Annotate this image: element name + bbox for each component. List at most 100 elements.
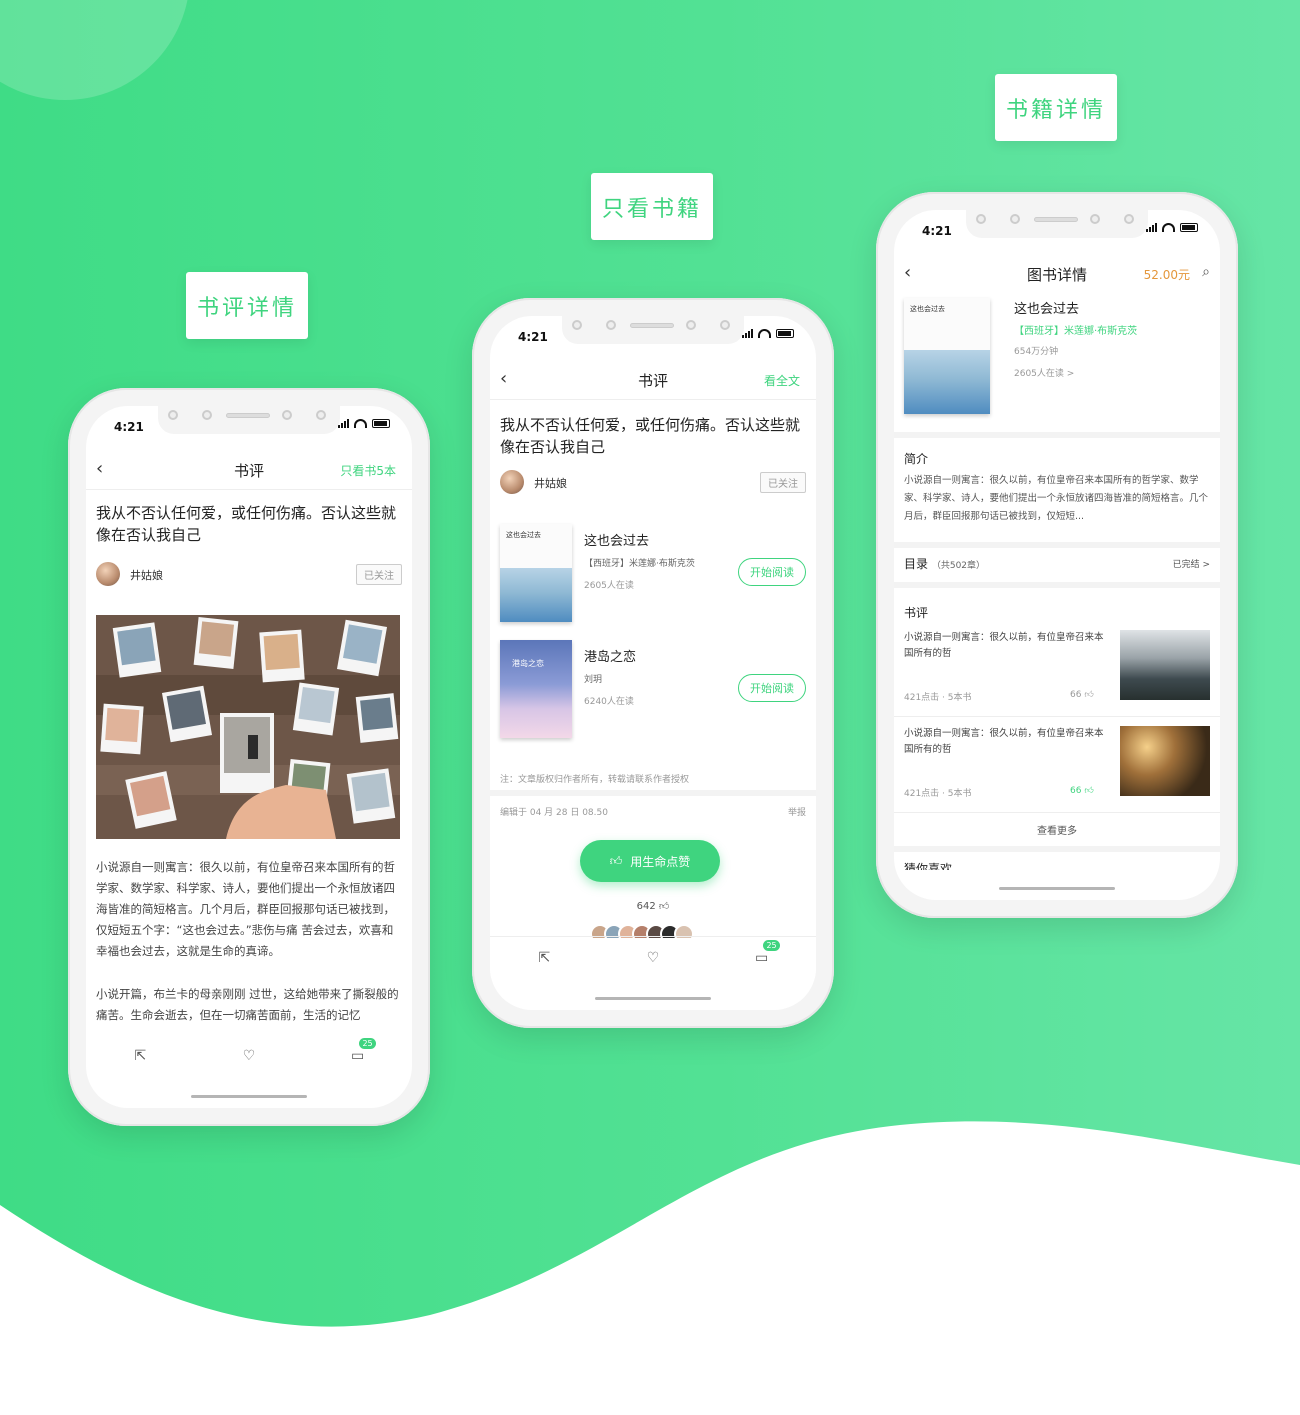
review-likes[interactable]: 66 👍︎ — [1070, 690, 1094, 700]
book-readers[interactable]: 2605人在读 > — [1014, 366, 1074, 379]
wifi-icon — [354, 419, 367, 428]
status-time: 4:21 — [518, 330, 548, 344]
review-item[interactable]: 小说源自一则寓言：很久以前，有位皇帝召来本国所有的哲 421点击 · 5本书 6… — [904, 630, 1210, 710]
review-meta: 421点击 · 5本书 — [904, 789, 972, 799]
report-link[interactable]: 举报 — [788, 805, 806, 818]
copyright-note: 注：文章版权归作者所有，转载请联系作者授权 — [500, 775, 690, 785]
separator — [894, 716, 1220, 717]
view-more-link[interactable]: 查看更多 — [894, 822, 1220, 837]
comment-badge: 25 — [359, 1038, 376, 1049]
battery-icon — [776, 329, 794, 338]
avatar[interactable] — [96, 562, 120, 586]
book-title: 这也会过去 — [1014, 302, 1080, 317]
status-time: 4:21 — [114, 420, 144, 434]
separator — [490, 936, 816, 937]
comment-icon[interactable]: ▭ 25 — [343, 1038, 376, 1064]
divider — [490, 790, 816, 796]
book-author: 【西班牙】米莲娜·布斯克茨 — [584, 559, 695, 569]
heart-icon[interactable]: ♡ — [638, 950, 668, 966]
book-cover[interactable]: 港岛之恋 — [500, 640, 572, 738]
divider — [894, 542, 1220, 548]
book-author[interactable]: 【西班牙】米莲娜·布斯克茨 — [1014, 322, 1137, 337]
book-words: 654万分钟 — [1014, 347, 1059, 357]
divider — [894, 432, 1220, 438]
heart-icon[interactable]: ♡ — [234, 1048, 264, 1064]
toc-count: （共502章） — [931, 561, 986, 571]
toc-status: 已完结 > — [1172, 560, 1210, 570]
notch — [966, 210, 1148, 238]
wifi-icon — [758, 329, 771, 338]
search-icon[interactable]: ⌕ — [1202, 264, 1210, 280]
review-text: 小说源自一则寓言：很久以前，有位皇帝召来本国所有的哲 — [904, 728, 1104, 755]
like-button-label: 用生命点赞 — [630, 854, 691, 869]
article-paragraph-2: 小说开篇，布兰卡的母亲刚刚 过世，这给她带来了撕裂般的痛苦。生命会逝去，但在一切… — [96, 987, 399, 1022]
start-reading-button[interactable]: 开始阅读 — [738, 674, 806, 702]
share-icon[interactable]: ⇱ — [529, 950, 559, 966]
battery-icon — [372, 419, 390, 428]
review-thumbnail[interactable] — [1120, 630, 1210, 700]
price[interactable]: 52.00元 — [1144, 266, 1190, 283]
intro-text: 小说源自一则寓言：很久以前，有位皇帝召来本国所有的哲学家、数学家、科学家、诗人，… — [904, 475, 1209, 522]
comment-badge: 25 — [763, 940, 780, 951]
author-name[interactable]: 井姑娘 — [130, 567, 163, 583]
bottom-toolbar: ⇱ ♡ ▭ 25 — [86, 1036, 412, 1076]
book-readers: 6240人在读 — [584, 697, 634, 707]
book-readers: 2605人在读 — [584, 581, 634, 591]
review-thumbnail[interactable] — [1120, 726, 1210, 796]
phone-books-only: 4:21 ‹ 书评 看全文 我从不否认任何爱，或任何伤痛。否认这些就像在否认我自… — [472, 298, 834, 1028]
bottom-toolbar: ⇱ ♡ ▭ 25 — [490, 938, 816, 978]
follow-button[interactable]: 已关注 — [356, 564, 402, 585]
toc-title: 目录 — [904, 557, 929, 571]
author-name[interactable]: 井姑娘 — [534, 475, 567, 491]
article-paragraph-1: 小说源自一则寓言：很久以前，有位皇帝召来本国所有的哲学家、数学家、科学家、诗人，… — [96, 860, 395, 958]
review-likes[interactable]: 66 👍︎ — [1070, 786, 1094, 796]
author-row: 井姑娘 已关注 — [96, 562, 402, 586]
like-button[interactable]: 👍︎ 用生命点赞 — [580, 840, 720, 882]
author-row: 井姑娘 已关注 — [500, 470, 806, 494]
divider — [894, 846, 1220, 852]
books-only-link[interactable]: 只看书5本 — [340, 462, 396, 479]
decorative-circle — [0, 0, 190, 100]
bottom-wave — [0, 1121, 1300, 1415]
book-item[interactable]: 港岛之恋 港岛之恋 刘玥 6240人在读 开始阅读 — [500, 640, 806, 740]
book-author: 刘玥 — [584, 675, 603, 685]
battery-icon — [1180, 223, 1198, 232]
review-meta: 421点击 · 5本书 — [904, 693, 972, 703]
review-item[interactable]: 小说源自一则寓言：很久以前，有位皇帝召来本国所有的哲 421点击 · 5本书 6… — [904, 726, 1210, 806]
home-indicator — [999, 887, 1115, 890]
label-books-only: 只看书籍 — [591, 173, 713, 240]
follow-button[interactable]: 已关注 — [760, 472, 806, 493]
edit-time: 编辑于 04 月 28 日 08.50 — [500, 808, 608, 818]
label-review-detail: 书评详情 — [186, 272, 308, 339]
start-reading-button[interactable]: 开始阅读 — [738, 558, 806, 586]
nav-bar: ‹ 图书详情 52.00元 ⌕ — [894, 254, 1220, 294]
home-indicator — [595, 997, 711, 1000]
book-title: 港岛之恋 — [584, 650, 637, 665]
polaroid-photo — [96, 615, 400, 839]
guess-you-like-title: 猜你喜欢 — [904, 862, 953, 870]
notch — [562, 316, 744, 344]
label-book-detail: 书籍详情 — [995, 74, 1117, 141]
comment-icon[interactable]: ▭ 25 — [747, 940, 780, 966]
intro-title: 简介 — [904, 452, 929, 466]
review-text: 小说源自一则寓言：很久以前，有位皇帝召来本国所有的哲 — [904, 632, 1104, 659]
phone-review-detail: 4:21 ‹ 书评 只看书5本 我从不否认任何爱，或任何伤痛。否认这些就像在否认… — [68, 388, 430, 1126]
phone-book-detail: 4:21 ‹ 图书详情 52.00元 ⌕ 这也会过去 这也会过去 【西班牙】米莲… — [876, 192, 1238, 918]
book-cover[interactable]: 这也会过去 — [500, 524, 572, 622]
book-cover[interactable]: 这也会过去 — [904, 298, 990, 414]
notch — [158, 406, 340, 434]
divider — [894, 582, 1220, 588]
book-item[interactable]: 这也会过去 这也会过去 【西班牙】米莲娜·布斯克茨 2605人在读 开始阅读 — [500, 524, 806, 624]
edit-meta-row: 编辑于 04 月 28 日 08.50 举报 — [500, 805, 806, 818]
nav-bar: ‹ 书评 看全文 — [490, 360, 816, 400]
avatar[interactable] — [500, 470, 524, 494]
like-count: 642 👍︎ — [636, 901, 670, 912]
review-section-title: 书评 — [904, 606, 929, 620]
view-full-text-link[interactable]: 看全文 — [764, 372, 800, 389]
thumbs-up-icon: 👍︎ — [1084, 690, 1094, 700]
wifi-icon — [1162, 223, 1175, 232]
status-time: 4:21 — [922, 224, 952, 238]
thumbs-up-icon: 👍︎ — [609, 853, 623, 868]
toc-row[interactable]: 目录 （共502章） 已完结 > — [904, 555, 1210, 572]
share-icon[interactable]: ⇱ — [125, 1048, 155, 1064]
